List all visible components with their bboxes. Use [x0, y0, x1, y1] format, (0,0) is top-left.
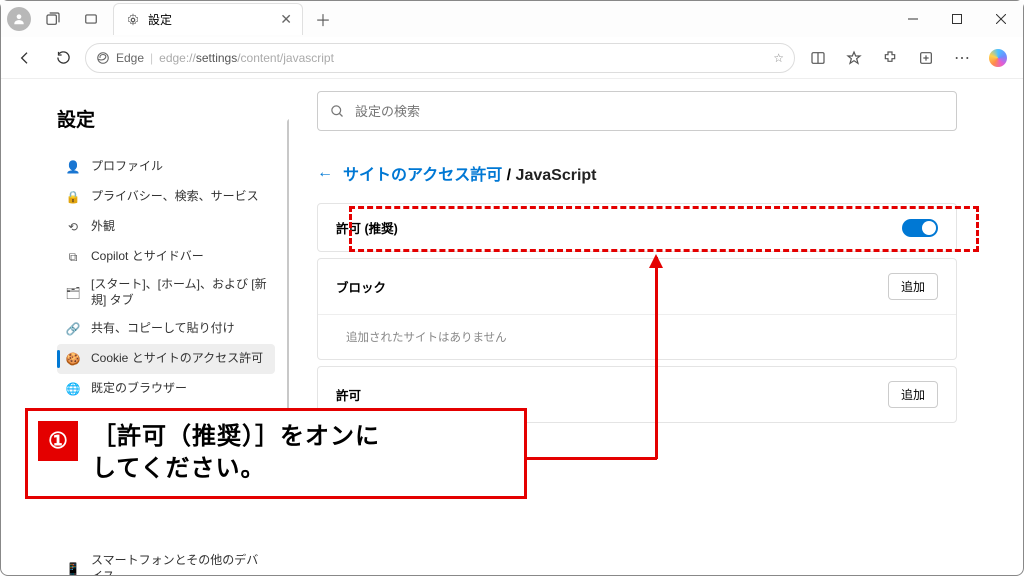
window-close-button[interactable] [979, 1, 1023, 37]
sidebar-item-label: 共有、コピーして貼り付け [91, 321, 235, 337]
sidebar-item[interactable]: 🗂 [スタート]、[ホーム]、および [新規] タブ [57, 272, 275, 314]
profile-avatar[interactable] [7, 7, 31, 31]
sidebar-item-icon: ⧉ [65, 250, 81, 265]
copilot-icon[interactable] [981, 41, 1015, 75]
annotation-number: ① [38, 421, 78, 461]
settings-search-input[interactable] [355, 104, 944, 119]
allow-recommended-label: 許可 (推奨) [336, 218, 398, 237]
settings-sidebar: 設定 👤 プロファイル 🔒 プライバシー、検索、サービス ⟲ 外観 ⧉ Copilot とサイ… [1, 79, 289, 575]
breadcrumb-current: JavaScript [516, 167, 597, 184]
annotation-arrow-head [649, 254, 663, 268]
breadcrumb-back-icon[interactable]: ← [317, 164, 333, 182]
annotation-arrow-horizontal [523, 457, 657, 460]
sidebar-item-label: Cookie とサイトのアクセス許可 [91, 351, 263, 367]
sidebar-item-icon: 📱 [65, 562, 81, 575]
tab-close-icon[interactable]: ✕ [280, 11, 292, 28]
sidebar-item-label: [スタート]、[ホーム]、および [新規] タブ [91, 277, 267, 308]
sidebar-item-icon: 🔒 [65, 190, 81, 204]
sidebar-item[interactable]: 📱 スマートフォンとその他のデバイス [57, 554, 275, 575]
sidebar-item-label: プライバシー、検索、サービス [91, 189, 259, 205]
allowed-toggle-card: 許可 (推奨) [317, 203, 957, 252]
sidebar-item[interactable]: 🍪 Cookie とサイトのアクセス許可 [57, 344, 275, 374]
refresh-button[interactable] [47, 42, 79, 74]
menu-button[interactable]: ⋯ [945, 41, 979, 75]
settings-heading: 設定 [57, 105, 275, 132]
sidebar-item-icon: 🍪 [65, 352, 81, 366]
annotation-callout: ① ［許可（推奨）］をオンに してください。 [25, 408, 527, 499]
browser-tab[interactable]: 設定 ✕ [113, 3, 303, 35]
sidebar-item-icon: 🔗 [65, 322, 81, 336]
breadcrumb-parent[interactable]: サイトのアクセス許可 [343, 167, 502, 184]
allow-add-button[interactable]: 追加 [888, 381, 938, 408]
sidebar-item-icon: ⟲ [65, 220, 81, 234]
address-url: edge://settings/content/javascript [159, 51, 334, 65]
sidebar-item-icon: 🌐 [65, 382, 81, 396]
sidebar-item-label: プロファイル [91, 159, 163, 175]
sidebar-item[interactable]: 👤 プロファイル [57, 152, 275, 182]
sidebar-item-icon: 👤 [65, 160, 81, 174]
annotation-text: ［許可（推奨）］をオンに してください。 [92, 421, 380, 486]
block-add-button[interactable]: 追加 [888, 273, 938, 300]
search-icon [330, 104, 345, 119]
sidebar-item[interactable]: 🔒 プライバシー、検索、サービス [57, 182, 275, 212]
allow-section-label: 許可 [336, 385, 361, 404]
gear-icon [126, 13, 140, 27]
annotation-arrow-vertical [655, 257, 658, 459]
workspaces-icon[interactable] [37, 3, 69, 35]
addr-app-label: Edge [116, 51, 144, 65]
block-section-label: ブロック [336, 277, 386, 296]
sidebar-item[interactable]: ⧉ Copilot とサイドバー [57, 242, 275, 272]
sidebar-item-label: スマートフォンとその他のデバイス [91, 553, 267, 575]
favorite-icon[interactable]: ☆ [773, 51, 784, 65]
sidebar-item-label: 外観 [91, 219, 115, 235]
person-icon [12, 12, 26, 26]
window-maximize-button[interactable] [935, 1, 979, 37]
tab-title: 設定 [148, 11, 172, 28]
address-bar[interactable]: Edge | edge://settings/content/javascrip… [85, 43, 795, 73]
allow-toggle[interactable] [902, 219, 938, 237]
tabs-icon[interactable] [75, 3, 107, 35]
extensions-icon[interactable] [873, 41, 907, 75]
settings-search[interactable] [317, 91, 957, 131]
favorites-icon[interactable] [837, 41, 871, 75]
window-minimize-button[interactable] [891, 1, 935, 37]
sidebar-item[interactable]: 🔗 共有、コピーして貼り付け [57, 314, 275, 344]
collections-icon[interactable] [909, 41, 943, 75]
new-tab-button[interactable]: ＋ [309, 5, 337, 33]
sidebar-item-label: Copilot とサイドバー [91, 249, 204, 265]
sidebar-scrollbar-thumb[interactable] [287, 119, 289, 419]
edge-icon [96, 51, 110, 65]
browser-toolbar: Edge | edge://settings/content/javascrip… [1, 37, 1023, 79]
back-button[interactable] [9, 42, 41, 74]
sidebar-item[interactable]: ⟲ 外観 [57, 212, 275, 242]
block-empty-text: 追加されたサイトはありません [336, 329, 507, 345]
sidebar-item[interactable] [57, 524, 275, 554]
sidebar-item-icon: 🗂 [65, 286, 81, 300]
breadcrumb: ← サイトのアクセス許可 / JavaScript [317, 161, 995, 185]
split-screen-icon[interactable] [801, 41, 835, 75]
block-list-card: ブロック 追加 追加されたサイトはありません [317, 258, 957, 360]
sidebar-item-label: 既定のブラウザー [91, 381, 187, 397]
sidebar-item[interactable]: 🌐 既定のブラウザー [57, 374, 275, 404]
window-titlebar: 設定 ✕ ＋ [1, 1, 1023, 37]
